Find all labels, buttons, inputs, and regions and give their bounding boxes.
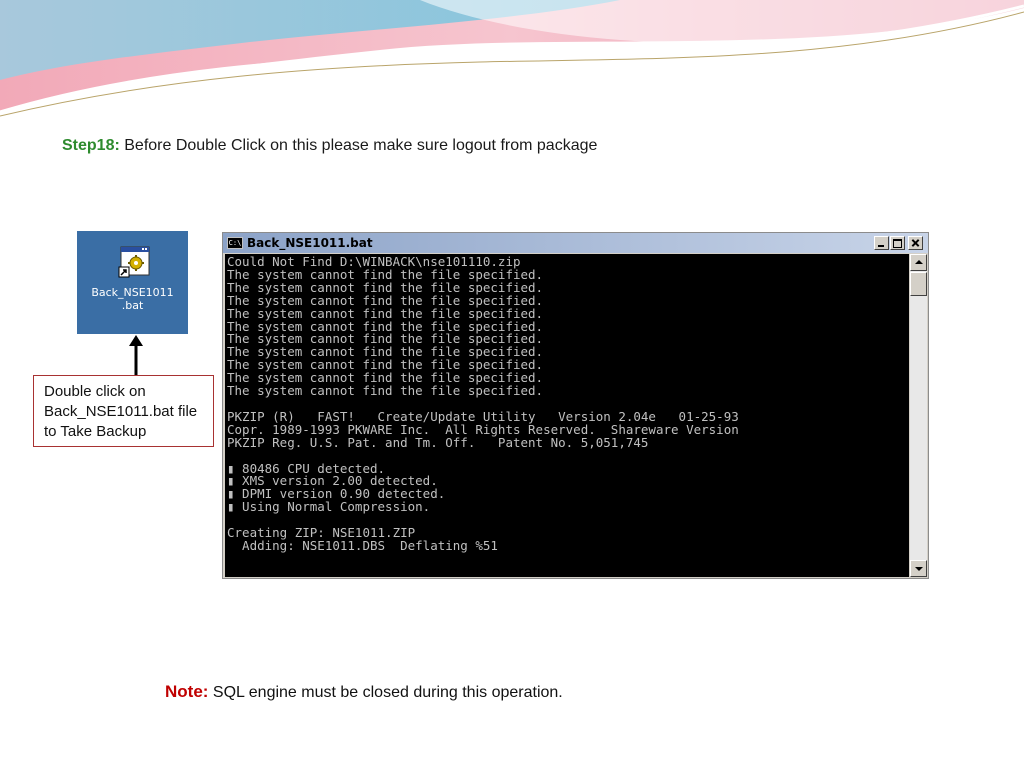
instruction-callout: Double click on Back_NSE1011.bat file to… xyxy=(33,375,214,447)
step-label: Step18: xyxy=(62,137,120,154)
scroll-thumb[interactable] xyxy=(910,272,927,296)
console-text: Could Not Find D:\WINBACK\nse101110.zip … xyxy=(225,254,909,553)
console-window[interactable]: C:\ Back_NSE1011.bat Could Not Find D:\W… xyxy=(222,232,929,579)
note-label: Note: xyxy=(165,682,209,701)
minimize-button[interactable] xyxy=(874,236,889,250)
icon-label-line1: Back_NSE1011 xyxy=(91,286,174,299)
header-wave-decoration xyxy=(0,0,1024,117)
window-title: Back_NSE1011.bat xyxy=(247,236,373,250)
desktop-shortcut-tile[interactable]: Back_NSE1011 .bat xyxy=(77,231,188,334)
close-button[interactable] xyxy=(908,236,923,250)
console-line: The system cannot find the file specifie… xyxy=(227,383,544,399)
title-bar[interactable]: C:\ Back_NSE1011.bat xyxy=(223,233,928,253)
console-line: PKZIP Reg. U.S. Pat. and Tm. Off. Patent… xyxy=(227,434,649,450)
console-output[interactable]: Could Not Find D:\WINBACK\nse101110.zip … xyxy=(225,254,909,577)
note-text: SQL engine must be closed during this op… xyxy=(208,684,563,701)
batch-file-icon[interactable] xyxy=(118,245,152,279)
command-prompt-icon[interactable]: C:\ xyxy=(227,237,243,249)
desktop-icon-label: Back_NSE1011 .bat xyxy=(77,286,188,312)
console-line: ▮ Using Normal Compression. xyxy=(227,499,431,515)
scroll-down-button[interactable] xyxy=(910,560,927,577)
step-instruction: Step18: Before Double Click on this plea… xyxy=(62,137,597,155)
vertical-scrollbar[interactable] xyxy=(910,254,927,577)
step-text: Before Double Click on this please make … xyxy=(119,137,598,154)
console-line: Adding: NSE1011.DBS Deflating %51 xyxy=(227,537,498,553)
up-arrow-icon xyxy=(129,335,143,376)
icon-label-line2: .bat xyxy=(121,299,144,312)
scroll-up-button[interactable] xyxy=(910,254,927,271)
maximize-button[interactable] xyxy=(890,236,905,250)
note: Note: SQL engine must be closed during t… xyxy=(165,682,563,702)
